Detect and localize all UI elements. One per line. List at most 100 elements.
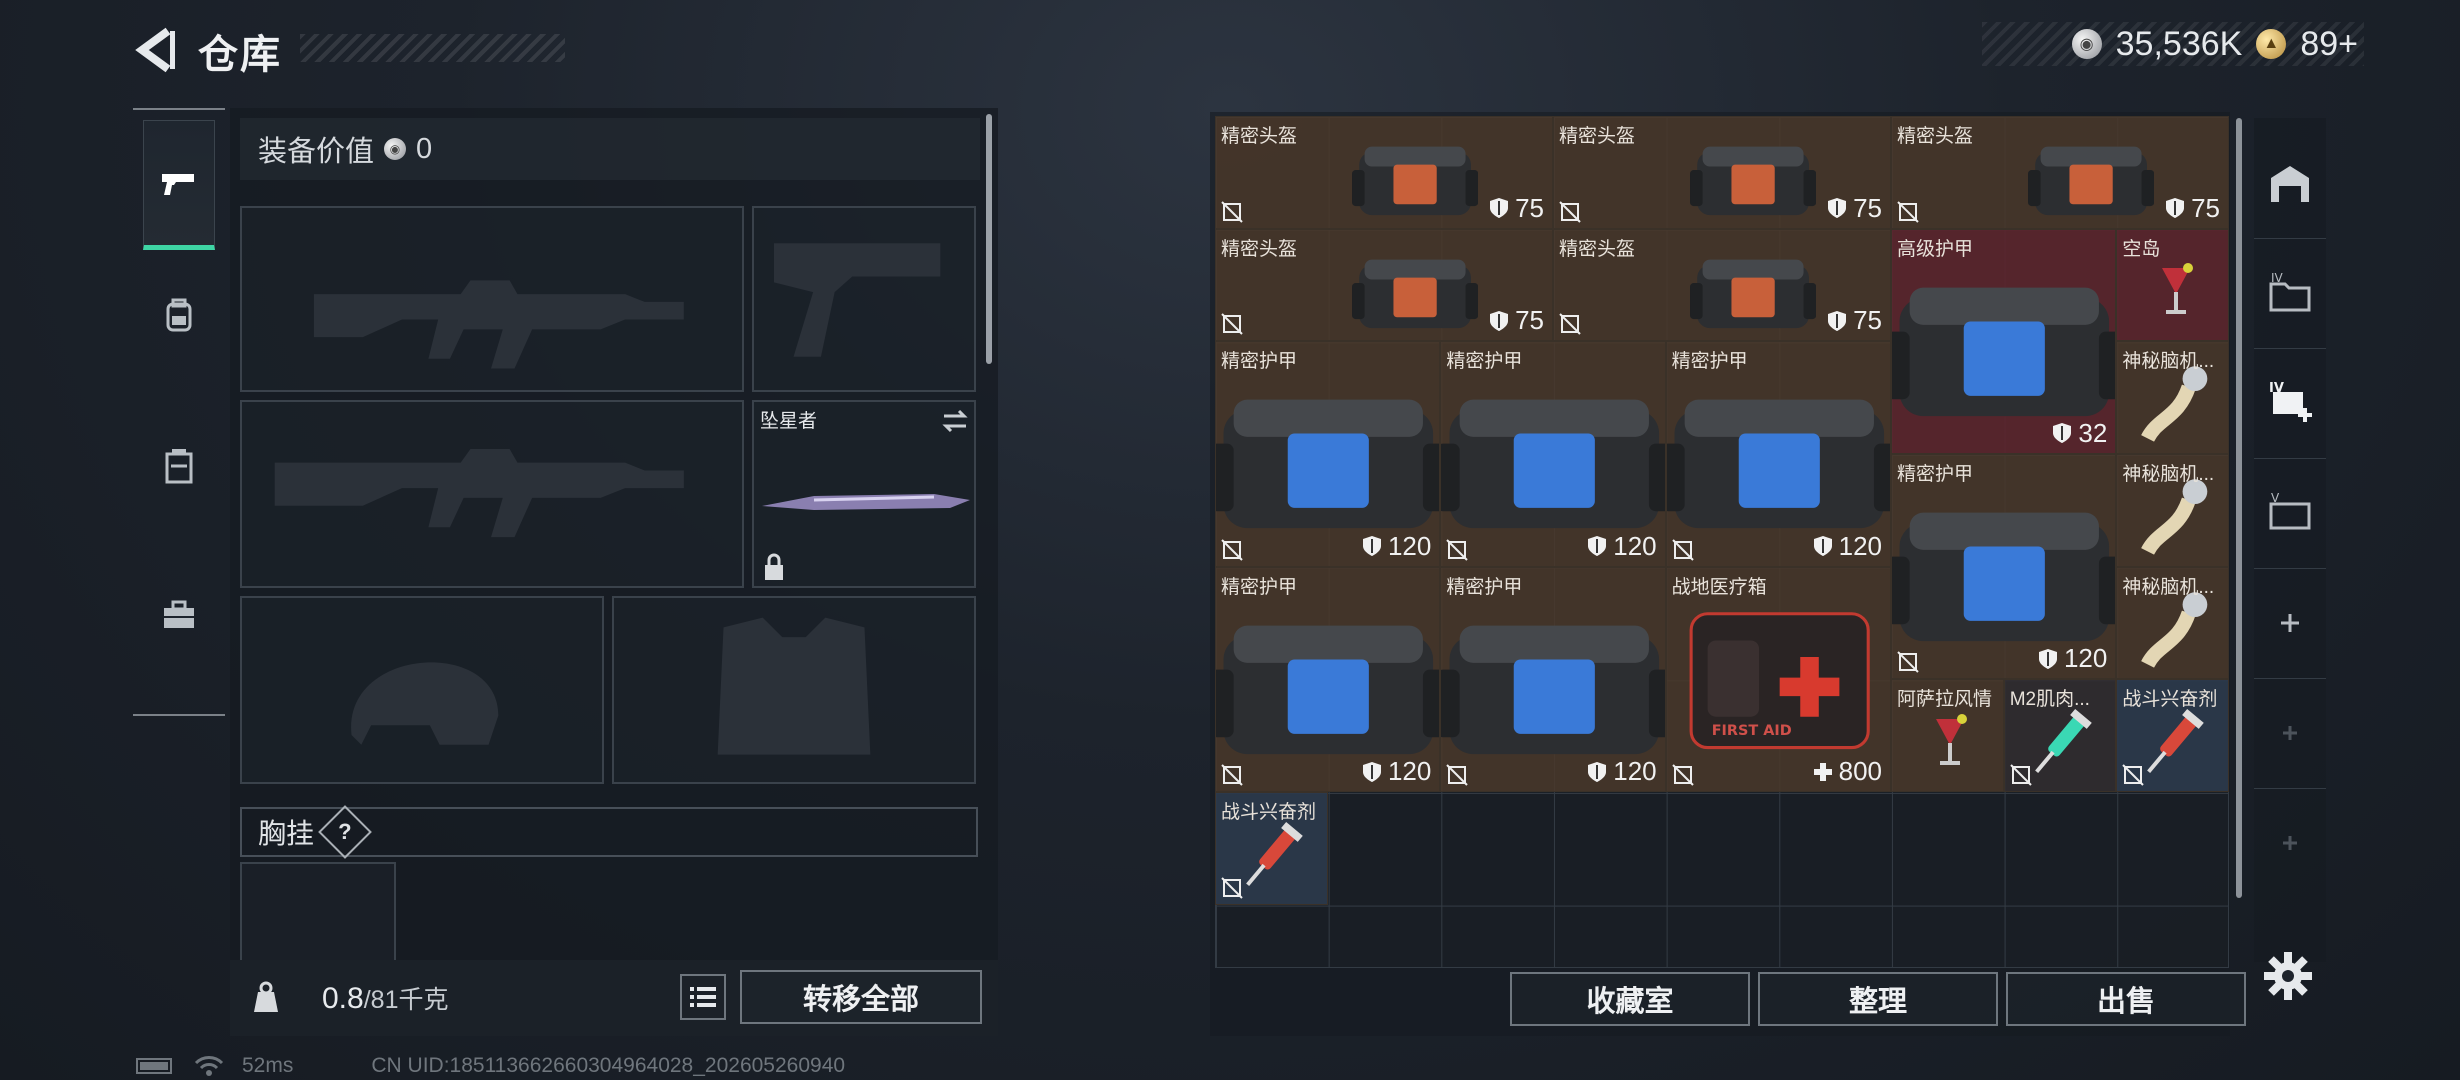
durability-value: 75 [2191,192,2221,223]
item-name: M2肌肉... [2009,689,2090,711]
durability-value: 32 [2078,417,2108,448]
inventory-item[interactable]: 精密护甲 120 [1215,566,1441,792]
inventory-item[interactable]: 精密头盔 75 [1553,116,1891,229]
weight-icon [254,981,278,1012]
gold-coin-icon: ▲ [2256,29,2287,59]
inventory-item[interactable]: 精密头盔 75 [1215,228,1553,342]
inventory-item[interactable]: 战斗兴奋剂 [2116,679,2230,792]
tab-storage-iv[interactable]: IV [2254,238,2326,349]
inventory-item[interactable]: 精密头盔 75 [1553,228,1891,342]
plus-icon [2283,726,2297,740]
rifle-silhouette-icon [274,448,684,538]
item-name: 战斗兴奋剂 [2122,689,2218,711]
durability-value: 75 [1515,305,1544,336]
secondary-weapon-slot[interactable] [240,400,744,588]
silver-coin-icon: ◉ [2071,29,2102,59]
toolbox-icon [164,600,194,628]
swap-icon[interactable] [940,408,970,434]
inventory-item[interactable]: 精密护甲 120 [1440,341,1666,567]
primary-weapon-slot[interactable] [240,206,744,392]
knife-icon [762,494,970,510]
tab-weapons[interactable] [143,120,215,250]
transfer-all-button[interactable]: 转移全部 [740,970,982,1024]
inventory-item[interactable]: 神秘脑机... [2116,341,2230,454]
equipment-scrollbar[interactable] [986,114,992,364]
inventory-item[interactable]: 精密头盔 75 [1891,116,2230,229]
item-name: 精密护甲 [1446,576,1523,598]
shield-icon [1588,536,1607,557]
warehouse-icon [2271,166,2309,202]
tab-backpack[interactable] [143,250,215,380]
armor-slot[interactable] [612,596,976,784]
no-trade-icon [1559,313,1581,336]
inventory-item[interactable]: 空岛 [2116,228,2230,342]
inventory-item[interactable]: 精密护甲 120 [1215,341,1441,567]
collection-room-button[interactable]: 收藏室 [1510,972,1750,1026]
inventory-item[interactable]: 高级护甲 32 [1891,228,2117,454]
pistol-slot[interactable] [752,206,976,392]
page-title: 仓库 [198,33,282,77]
tab-add-slot-locked [2254,678,2326,789]
shield-icon [2038,648,2057,669]
inventory-item[interactable]: 阿萨拉风情 [1891,679,2004,792]
inventory-item[interactable]: 神秘脑机... [2116,454,2230,567]
svg-text:FIRST AID: FIRST AID [1711,723,1791,739]
svg-text:V: V [2271,491,2280,505]
inventory-scrollbar[interactable] [2236,118,2242,898]
tab-container[interactable] [143,400,215,530]
shield-icon [2053,423,2072,444]
helmet-slot[interactable] [240,596,604,784]
durability: 120 [1587,756,1657,787]
add-storage-icon: IV [2269,381,2312,422]
item-name: 战地医疗箱 [1671,576,1767,598]
melee-slot[interactable]: 坠星者 [752,400,976,588]
sort-button[interactable]: 整理 [1758,972,1998,1026]
item-name: 精密护甲 [1897,464,1974,485]
inventory-item[interactable]: 精密护甲 120 [1665,341,1891,567]
weight-max: /81千克 [363,986,449,1014]
inventory-item[interactable]: 精密头盔 75 [1215,116,1553,229]
no-trade-icon [1559,200,1581,223]
lock-icon [765,553,783,580]
shield-icon [1362,761,1381,782]
durability-value: 120 [1387,530,1432,561]
inventory-item[interactable]: 精密护甲 120 [1440,566,1666,792]
item-name: 精密头盔 [1221,126,1298,147]
item-name: 精密头盔 [1897,126,1974,147]
settings-gear-icon[interactable] [2260,948,2316,1004]
item-name: 战斗兴奋剂 [1221,802,1317,824]
back-button[interactable] [130,22,180,78]
durability: 120 [1813,531,1882,562]
heal-amount: 800 [1813,756,1882,787]
tab-toolbox[interactable] [143,550,215,680]
inventory-item[interactable]: M2肌肉... [2003,679,2117,792]
tab-warehouse[interactable] [2254,128,2326,239]
durability-value: 75 [1853,192,1882,223]
durability: 75 [1827,193,1882,224]
tab-storage-v[interactable]: V [2254,458,2326,569]
tab-add-storage[interactable]: IV [2254,348,2326,459]
durability: 75 [2165,193,2220,224]
inventory-item[interactable]: 战斗兴奋剂 [1215,792,1328,905]
chest-rig-slot[interactable] [240,862,396,962]
inventory-item[interactable]: 精密护甲 120 [1891,454,2117,680]
equipment-value: 0 [416,132,433,165]
durability-value: 120 [1613,530,1657,561]
plus-icon [2281,614,2299,632]
side-tabs [133,108,225,716]
pistol-icon [162,174,194,195]
list-view-button[interactable] [680,974,726,1020]
shield-icon [1490,198,1509,219]
no-trade-icon [1446,764,1469,786]
inventory-item[interactable]: FIRST AID 战地医疗箱 800 [1665,566,1891,792]
sell-button[interactable]: 出售 [2006,972,2246,1026]
inventory-item[interactable]: 神秘脑机... [2116,566,2230,680]
item-name: 精密护甲 [1446,351,1523,373]
container-icon [165,449,193,484]
item-name: 空岛 [2122,238,2161,260]
help-icon[interactable]: ? [318,805,372,859]
shield-icon [2166,198,2185,219]
chest-rig-label: 胸挂 [258,818,315,849]
folder-iv-icon: IV [2269,271,2311,312]
tab-add-slot[interactable] [2254,568,2326,679]
